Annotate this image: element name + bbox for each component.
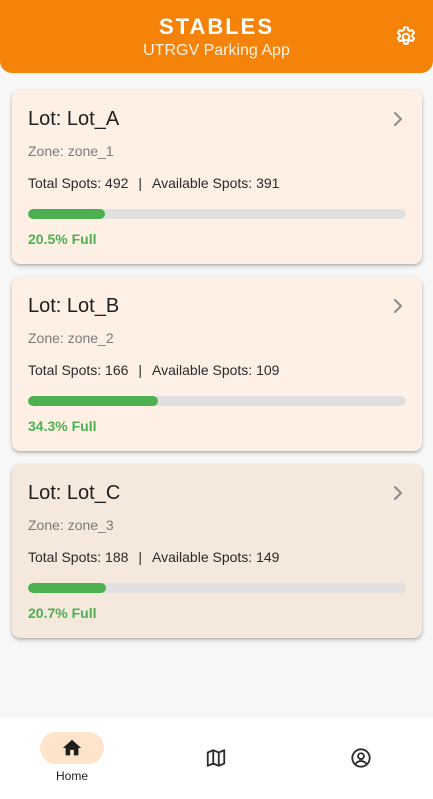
- app-title: STABLES: [158, 14, 275, 39]
- account-circle-icon: [351, 748, 371, 768]
- lot-card[interactable]: Lot: Lot_A Zone: zone_1 Total Spots: 492…: [12, 90, 422, 264]
- lot-zone: Zone: zone_3: [28, 517, 114, 533]
- lot-stats: Total Spots: 166 | Available Spots: 109: [28, 361, 279, 379]
- occupancy-percent: 20.7% Full: [28, 605, 97, 621]
- map-icon: [206, 749, 226, 767]
- stats-separator: |: [138, 175, 143, 191]
- stats-separator: |: [138, 549, 143, 565]
- chevron-right-icon: [394, 299, 402, 313]
- lot-name: Lot: Lot_B: [28, 295, 120, 317]
- chevron-right-icon: [394, 486, 402, 500]
- lot-stats: Total Spots: 492 | Available Spots: 391: [28, 174, 279, 192]
- app-header: STABLES UTRGV Parking App: [0, 0, 433, 73]
- available-spots: Available Spots: 149: [152, 549, 280, 565]
- occupancy-percent: 34.3% Full: [28, 418, 97, 434]
- occupancy-progress-fill: [28, 209, 106, 219]
- lot-zone: Zone: zone_2: [28, 330, 114, 346]
- nav-item-home[interactable]: Home: [0, 718, 144, 799]
- total-spots: Total Spots: 188: [28, 549, 129, 565]
- nav-item-profile[interactable]: [289, 718, 433, 799]
- home-icon: [62, 739, 82, 756]
- lot-list: Lot: Lot_A Zone: zone_1 Total Spots: 492…: [12, 90, 422, 651]
- lot-card[interactable]: Lot: Lot_C Zone: zone_3 Total Spots: 188…: [12, 464, 422, 638]
- nav-label-home: Home: [55, 769, 88, 783]
- lot-stats: Total Spots: 188 | Available Spots: 149: [28, 548, 279, 566]
- total-spots: Total Spots: 492: [28, 175, 129, 191]
- occupancy-progress-fill: [28, 583, 107, 593]
- lot-name: Lot: Lot_A: [28, 108, 120, 130]
- chevron-right-icon: [394, 112, 402, 126]
- occupancy-percent: 20.5% Full: [28, 231, 97, 247]
- lot-zone: Zone: zone_1: [28, 143, 114, 159]
- stats-separator: |: [138, 362, 143, 378]
- lot-name: Lot: Lot_C: [28, 482, 121, 504]
- occupancy-progress-fill: [28, 396, 158, 406]
- bottom-nav: Home: [0, 718, 433, 799]
- nav-item-map[interactable]: [144, 718, 288, 799]
- available-spots: Available Spots: 391: [152, 175, 280, 191]
- gear-icon: [396, 26, 416, 45]
- occupancy-progress-bar: [28, 209, 406, 219]
- app-screen: STABLES UTRGV Parking App Lot: Lot_A Zon…: [0, 0, 433, 799]
- settings-button[interactable]: [394, 25, 418, 49]
- occupancy-progress-bar: [28, 583, 406, 593]
- total-spots: Total Spots: 166: [28, 362, 129, 378]
- lot-card[interactable]: Lot: Lot_B Zone: zone_2 Total Spots: 166…: [12, 277, 422, 451]
- occupancy-progress-bar: [28, 396, 406, 406]
- available-spots: Available Spots: 109: [152, 362, 280, 378]
- app-subtitle: UTRGV Parking App: [143, 42, 290, 59]
